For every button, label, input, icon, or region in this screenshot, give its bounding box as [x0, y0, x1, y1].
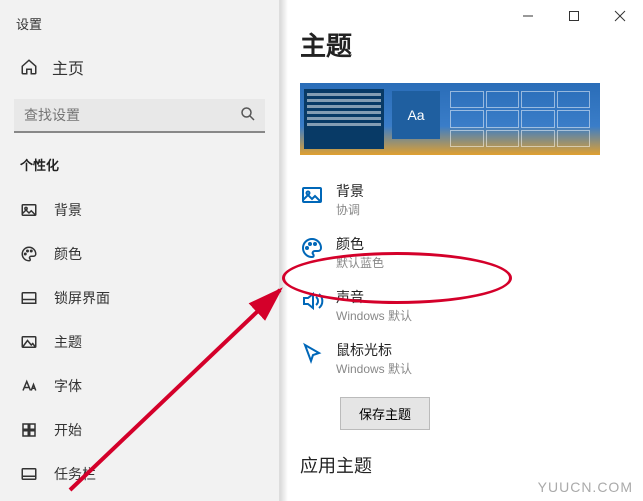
palette-icon — [300, 236, 324, 260]
close-button[interactable] — [597, 0, 643, 32]
group-title: 个性化 — [0, 151, 279, 188]
nav-label: 锁屏界面 — [54, 288, 110, 308]
search-input[interactable] — [14, 99, 265, 133]
nav-label: 颜色 — [54, 244, 82, 264]
nav-background[interactable]: 背景 — [0, 188, 279, 232]
app-title: 设置 — [0, 0, 279, 43]
nav-label: 背景 — [54, 200, 82, 220]
home-icon — [20, 58, 38, 76]
setting-text: 鼠标光标 Windows 默认 — [336, 340, 412, 377]
search-wrap — [14, 99, 265, 133]
setting-background[interactable]: 背景 协调 — [280, 173, 643, 226]
home-button[interactable]: 主页 — [0, 43, 279, 91]
theme-icon — [20, 333, 38, 351]
apply-theme-title: 应用主题 — [280, 430, 643, 482]
nav-label: 主题 — [54, 332, 82, 352]
sidebar: 设置 主页 个性化 背景 颜色 锁屏界面 主题 字体 — [0, 0, 280, 501]
setting-text: 颜色 默认蓝色 — [336, 234, 384, 271]
preview-grid — [450, 91, 590, 147]
setting-color[interactable]: 颜色 默认蓝色 — [280, 226, 643, 279]
window-controls — [505, 0, 643, 32]
setting-sub: 默认蓝色 — [336, 254, 384, 271]
nav-taskbar[interactable]: 任务栏 — [0, 452, 279, 496]
setting-label: 颜色 — [336, 234, 384, 254]
setting-text: 背景 协调 — [336, 181, 364, 218]
search-icon — [239, 105, 257, 123]
maximize-icon — [568, 10, 580, 22]
setting-text: 声音 Windows 默认 — [336, 287, 412, 324]
nav-theme[interactable]: 主题 — [0, 320, 279, 364]
setting-sound[interactable]: 声音 Windows 默认 — [280, 279, 643, 332]
save-theme-button[interactable]: 保存主题 — [340, 397, 430, 430]
nav-color[interactable]: 颜色 — [0, 232, 279, 276]
taskbar-icon — [20, 465, 38, 483]
setting-label: 声音 — [336, 287, 412, 307]
maximize-button[interactable] — [551, 0, 597, 32]
nav-label: 任务栏 — [54, 464, 96, 484]
image-icon — [20, 201, 38, 219]
nav-start[interactable]: 开始 — [0, 408, 279, 452]
watermark: YUUCN.COM — [538, 479, 633, 495]
setting-label: 鼠标光标 — [336, 340, 412, 360]
nav-font[interactable]: 字体 — [0, 364, 279, 408]
minimize-icon — [522, 10, 534, 22]
settings-window: 设置 主页 个性化 背景 颜色 锁屏界面 主题 字体 — [0, 0, 643, 501]
cursor-icon — [300, 342, 324, 366]
lockscreen-icon — [20, 289, 38, 307]
nav-label: 开始 — [54, 420, 82, 440]
setting-sub: Windows 默认 — [336, 360, 412, 377]
main-content: 主题 Aa 背景 协调 颜色 默认蓝色 声音 Windows 默认 — [280, 0, 643, 501]
sound-icon — [300, 289, 324, 313]
nav-lockscreen[interactable]: 锁屏界面 — [0, 276, 279, 320]
font-icon — [20, 377, 38, 395]
preview-taskbar — [304, 89, 384, 149]
minimize-button[interactable] — [505, 0, 551, 32]
close-icon — [614, 10, 626, 22]
palette-icon — [20, 245, 38, 263]
setting-cursor[interactable]: 鼠标光标 Windows 默认 — [280, 332, 643, 385]
image-icon — [300, 183, 324, 207]
preview-tile: Aa — [392, 91, 440, 139]
theme-preview[interactable]: Aa — [300, 83, 600, 155]
setting-label: 背景 — [336, 181, 364, 201]
nav-label: 字体 — [54, 376, 82, 396]
home-label: 主页 — [52, 55, 84, 79]
setting-sub: Windows 默认 — [336, 307, 412, 324]
setting-sub: 协调 — [336, 201, 364, 218]
start-icon — [20, 421, 38, 439]
